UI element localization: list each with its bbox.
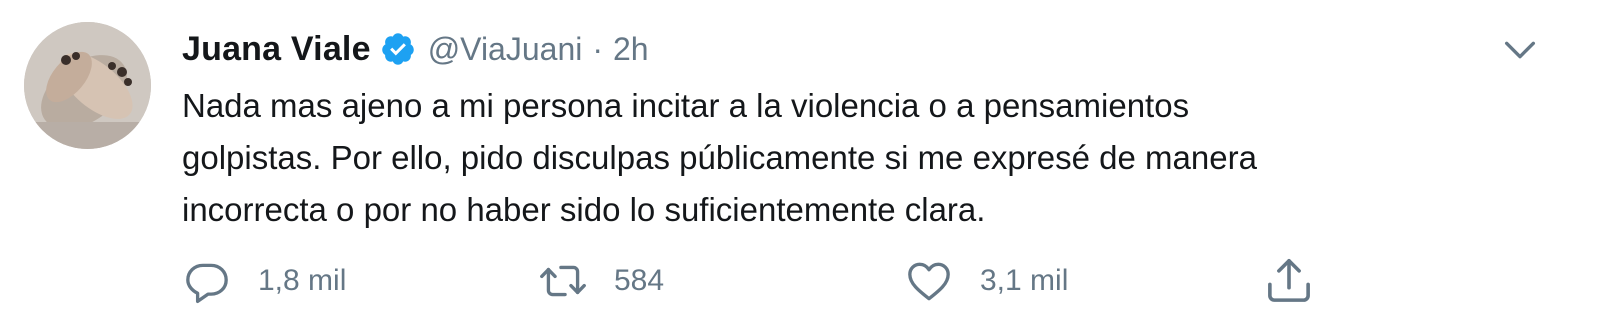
handle[interactable]: @ViaJuani — [428, 31, 583, 68]
tweet-header: Juana Viale @ViaJuani · 2h — [182, 26, 649, 72]
retweet-icon — [540, 265, 586, 297]
tweet-actions: 1,8 mil 584 3,1 mil — [182, 256, 1382, 306]
avatar[interactable] — [24, 22, 151, 149]
tweet[interactable]: Juana Viale @ViaJuani · 2h Nada mas ajen… — [0, 0, 1600, 334]
display-name[interactable]: Juana Viale — [182, 30, 371, 69]
share-icon — [1268, 258, 1310, 302]
reply-button[interactable]: 1,8 mil — [182, 256, 346, 306]
retweet-button[interactable]: 584 — [538, 256, 664, 306]
more-options-chevron-down-icon[interactable] — [1500, 30, 1540, 70]
like-count: 3,1 mil — [980, 264, 1069, 297]
share-button[interactable] — [1262, 256, 1316, 306]
tweet-text-line: Nada mas ajeno a mi persona incitar a la… — [182, 87, 1190, 124]
tweet-text-line: incorrecta o por no haber sido lo sufici… — [182, 191, 986, 228]
reply-count: 1,8 mil — [258, 264, 347, 297]
heart-icon — [908, 262, 950, 301]
timestamp[interactable]: 2h — [613, 31, 649, 68]
retweet-count: 584 — [614, 264, 665, 297]
tweet-text-line: golpistas. Por ello, pido disculpas públ… — [182, 139, 1257, 176]
avatar-photo-icon — [24, 22, 151, 149]
separator-dot: · — [592, 30, 603, 67]
verified-badge-icon — [380, 31, 416, 67]
tweet-text: Nada mas ajeno a mi persona incitar a la… — [182, 80, 1542, 236]
reply-icon — [186, 263, 228, 304]
like-button[interactable]: 3,1 mil — [904, 256, 1068, 306]
